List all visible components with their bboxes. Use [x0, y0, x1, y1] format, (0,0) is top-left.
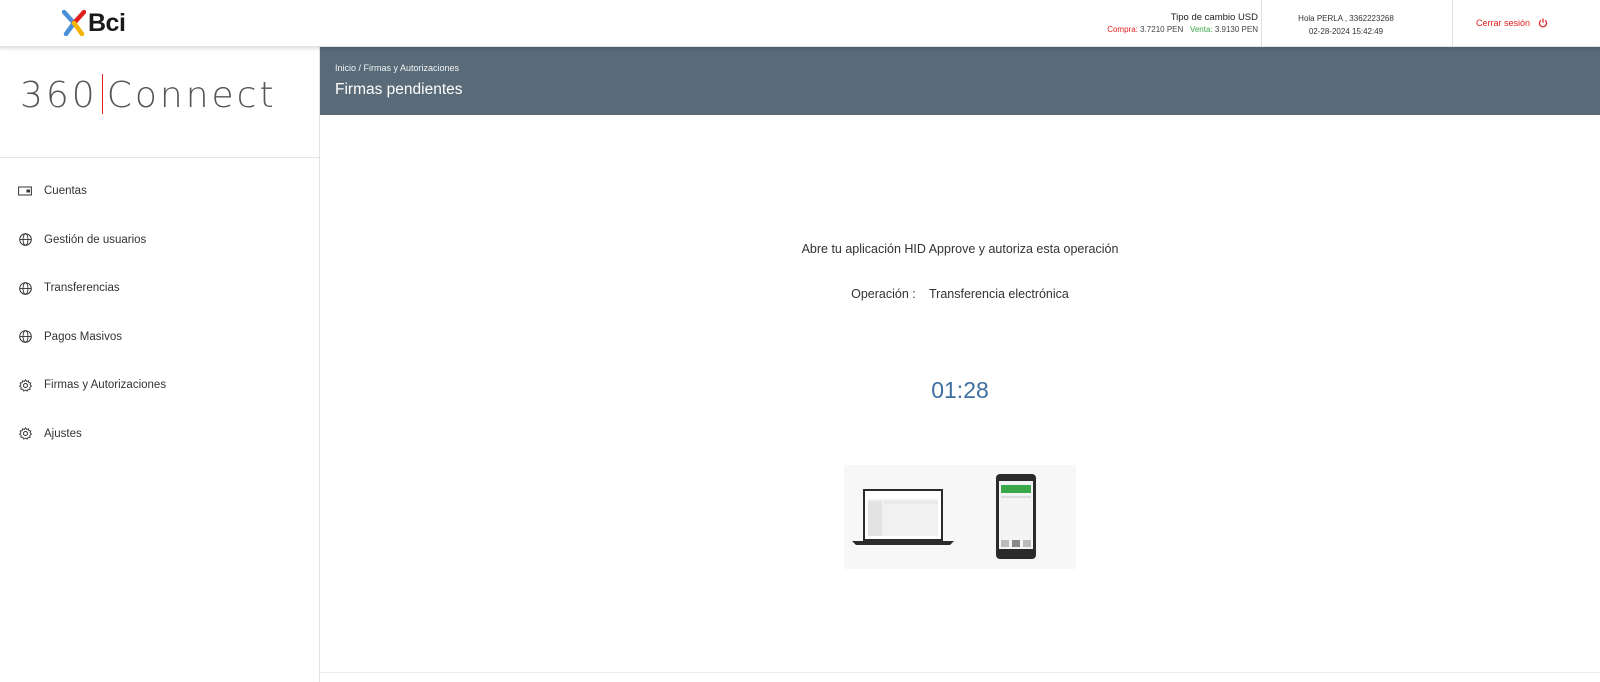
- sidebar-item-label: Gestión de usuarios: [44, 233, 147, 246]
- sidebar-item-pagos-masivos[interactable]: Pagos Masivos: [0, 313, 320, 362]
- logout-label: Cerrar sesión: [1476, 18, 1531, 28]
- exchange-rate: Tipo de cambio USD Compra: 3.7210 PEN Ve…: [1107, 12, 1258, 36]
- sidebar-item-transferencias[interactable]: Transferencias: [0, 264, 320, 313]
- globe-icon: [18, 330, 32, 344]
- brand-separator: [101, 74, 103, 114]
- exchange-rate-title: Tipo de cambio USD: [1170, 12, 1258, 23]
- sidebar-item-gestion-usuarios[interactable]: Gestión de usuarios: [0, 216, 320, 265]
- sidebar-item-ajustes[interactable]: Ajustes: [0, 410, 320, 459]
- page-header: Inicio / Firmas y Autorizaciones Firmas …: [320, 47, 1600, 115]
- logout-button[interactable]: Cerrar sesión: [1476, 18, 1548, 28]
- bci-logo[interactable]: Bci: [62, 8, 126, 37]
- exchange-rate-values: Compra: 3.7210 PEN Venta: 3.9130 PEN: [1107, 24, 1258, 36]
- user-greeting: Hola PERLA , 3362223268 02-28-2024 15:42…: [1262, 12, 1430, 38]
- operation-value: Transferencia electrónica: [928, 287, 1069, 301]
- laptop-phone-icon: [852, 474, 1036, 559]
- greeting-text: Hola PERLA , 3362223268: [1298, 14, 1394, 23]
- sidebar: 360 Connect Cuentas Gestión de usuarios T…: [0, 47, 320, 682]
- sell-value: 3.9130 PEN: [1214, 25, 1258, 34]
- power-icon: [1538, 18, 1548, 28]
- sidebar-item-label: Firmas y Autorizaciones: [44, 379, 167, 392]
- sell-label: Venta:: [1189, 25, 1213, 34]
- bci-logo-text: Bci: [88, 8, 126, 37]
- main-content: Abre tu aplicación HID Approve y autoriz…: [320, 115, 1600, 672]
- sidebar-nav: Cuentas Gestión de usuarios Transferenci…: [0, 167, 320, 458]
- buy-value: 3.7210 PEN: [1140, 25, 1184, 34]
- brand-connect: Connect: [106, 75, 277, 116]
- sidebar-item-label: Cuentas: [44, 185, 87, 198]
- sidebar-item-label: Transferencias: [44, 282, 120, 295]
- sidebar-item-cuentas[interactable]: Cuentas: [0, 167, 320, 216]
- page-title: Firmas pendientes: [335, 81, 463, 98]
- hid-approve-illustration: [844, 465, 1076, 569]
- sidebar-divider: [0, 157, 320, 158]
- card-icon: [18, 184, 32, 198]
- breadcrumb[interactable]: Inicio / Firmas y Autorizaciones: [335, 63, 459, 73]
- brand-360connect: 360 Connect: [20, 74, 277, 117]
- bci-logo-mark-icon: [62, 10, 86, 36]
- hid-instruction: Abre tu aplicación HID Approve y autoriz…: [801, 242, 1119, 256]
- sidebar-item-label: Ajustes: [44, 427, 82, 440]
- content-bottom-border: [320, 672, 1600, 673]
- globe-icon: [18, 233, 32, 247]
- operation-line: Operación : Transferencia electrónica: [320, 287, 1600, 301]
- top-bar: Bci Tipo de cambio USD Compra: 3.7210 PE…: [0, 0, 1600, 47]
- sidebar-item-label: Pagos Masivos: [44, 330, 122, 343]
- session-datetime: 02-28-2024 15:42:49: [1308, 27, 1384, 36]
- gear-icon: [18, 427, 32, 441]
- topbar-divider: [1452, 0, 1453, 47]
- brand-360: 360: [20, 75, 98, 116]
- globe-icon: [18, 281, 32, 295]
- sidebar-item-firmas-autorizaciones[interactable]: Firmas y Autorizaciones: [0, 361, 320, 410]
- gear-icon: [18, 378, 32, 392]
- operation-label: Operación :: [851, 287, 916, 301]
- countdown-timer: 01:28: [931, 377, 989, 403]
- buy-label: Compra:: [1107, 25, 1138, 34]
